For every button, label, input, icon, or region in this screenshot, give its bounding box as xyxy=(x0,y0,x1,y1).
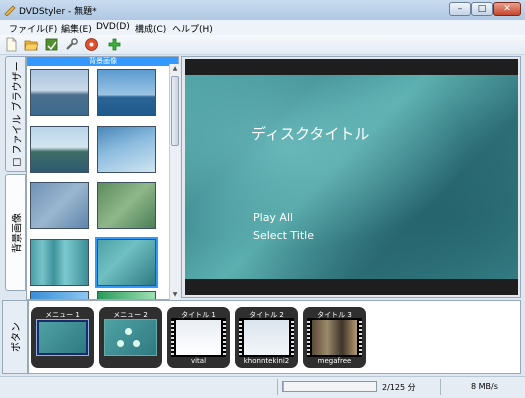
scroll-down-arrow-icon[interactable]: ▼ xyxy=(171,291,179,299)
menu-title-text[interactable]: ディスクタイトル xyxy=(251,123,369,144)
settings-wrench-icon[interactable] xyxy=(64,37,79,52)
tab-file-browser[interactable]: ☐ ファイル ブラウザー xyxy=(5,56,26,172)
gallery-scrollbar[interactable]: ▲ ▼ xyxy=(169,64,180,300)
status-separator xyxy=(440,379,441,395)
new-file-icon[interactable] xyxy=(4,37,19,52)
menu-file[interactable]: ファイル(F) xyxy=(9,22,57,35)
timeline-title-1[interactable]: タイトル 1 vital xyxy=(167,307,230,368)
menu-editor: ディスクタイトル Play All Select Title xyxy=(181,56,521,298)
status-bar: 2/125 分 8 MB/s xyxy=(0,376,525,398)
scrollbar-thumb[interactable] xyxy=(171,76,179,146)
timeline-title-3[interactable]: タイトル 3 megafree xyxy=(303,307,366,368)
open-folder-icon[interactable] xyxy=(24,37,39,52)
menu-background xyxy=(185,75,518,279)
scroll-up-arrow-icon[interactable]: ▲ xyxy=(171,65,179,73)
tab-backgrounds[interactable]: 背景画像 xyxy=(5,174,26,291)
checkbox-icon: ☐ xyxy=(12,154,23,167)
save-icon[interactable] xyxy=(44,37,59,52)
timeline-menu-1[interactable]: メニュー 1 xyxy=(31,307,94,368)
title-filename: khonntekini2 xyxy=(243,357,290,365)
menu-edit[interactable]: 編集(E) xyxy=(61,22,92,35)
window-title: DVDStyler - 無題* xyxy=(19,7,97,17)
background-thumbnail[interactable] xyxy=(30,69,89,116)
timeline-title-2[interactable]: タイトル 2 khonntekini2 xyxy=(235,307,298,368)
burn-disc-icon[interactable] xyxy=(84,37,99,52)
background-thumbnail[interactable] xyxy=(97,182,156,229)
title-filename: megafree xyxy=(317,357,352,365)
film-frame xyxy=(171,318,226,357)
menu-thumbnail xyxy=(104,319,157,356)
menu-thumbnail xyxy=(36,319,89,356)
background-thumbnail[interactable] xyxy=(97,69,156,116)
timeline-menu-2[interactable]: メニュー 2 xyxy=(99,307,162,368)
minimize-button[interactable]: – xyxy=(449,2,471,16)
select-title-button[interactable]: Select Title xyxy=(253,229,314,242)
menu-configure[interactable]: 構成(C) xyxy=(135,22,166,35)
maximize-button[interactable]: □ xyxy=(471,2,493,16)
background-thumbnail-selected[interactable] xyxy=(95,237,158,288)
background-thumbnail[interactable] xyxy=(30,182,89,229)
close-button[interactable]: ✕ xyxy=(493,2,521,16)
menu-dvd[interactable]: DVD(D) xyxy=(96,22,130,32)
background-thumbnail[interactable] xyxy=(30,126,89,173)
disc-usage-fill xyxy=(283,382,285,391)
dvdstyler-app-icon xyxy=(4,5,16,16)
title-bar: DVDStyler - 無題* – □ ✕ xyxy=(0,0,525,21)
add-icon[interactable] xyxy=(107,37,122,52)
tab-file-browser-label: ファイル ブラウザー xyxy=(12,61,23,155)
title-filename: vital xyxy=(190,357,207,365)
tab-backgrounds-label: 背景画像 xyxy=(12,212,23,253)
background-thumbnail[interactable] xyxy=(97,291,156,299)
disc-usage-text: 2/125 分 xyxy=(382,383,416,392)
tab-buttons-label: ボタン xyxy=(11,322,23,352)
titleset-timeline: メニュー 1 メニュー 2 タイトル 1 vital タイトル 2 khonnt… xyxy=(28,300,521,374)
background-thumbnail[interactable] xyxy=(97,126,156,173)
film-frame xyxy=(307,318,362,357)
burn-speed-text: 8 MB/s xyxy=(471,382,498,391)
toolbar xyxy=(0,35,525,55)
gallery-header: 背景画像 xyxy=(27,57,178,66)
film-frame xyxy=(239,318,294,357)
menu-bar: ファイル(F) 編集(E) DVD(D) 構成(C) ヘルプ(H) xyxy=(0,20,525,36)
tab-buttons[interactable]: ボタン xyxy=(2,300,28,374)
menu-preview-canvas[interactable]: ディスクタイトル Play All Select Title xyxy=(185,59,518,295)
menu-help[interactable]: ヘルプ(H) xyxy=(172,22,213,35)
play-all-button[interactable]: Play All xyxy=(253,211,293,224)
disc-usage-bar xyxy=(282,381,377,392)
background-thumbnail[interactable] xyxy=(30,239,89,286)
background-thumbnail[interactable] xyxy=(30,291,89,299)
background-gallery: 背景画像 xyxy=(26,56,179,300)
status-separator xyxy=(277,379,278,395)
